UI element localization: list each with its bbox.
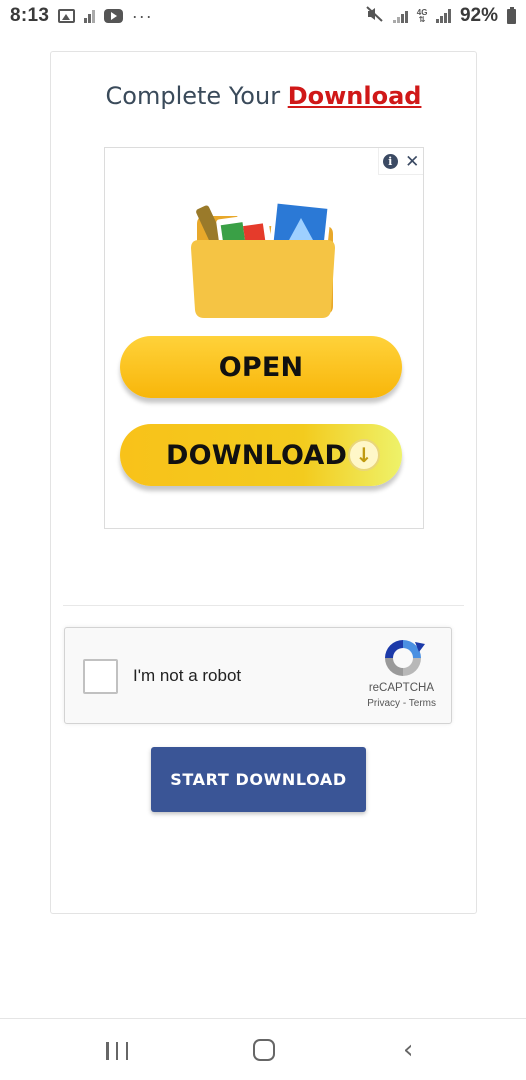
divider xyxy=(63,605,464,606)
recaptcha-brand: reCAPTCHA xyxy=(368,682,434,694)
recaptcha-label: I'm not a robot xyxy=(133,666,242,685)
battery-icon xyxy=(507,6,516,24)
signal-notification-icon xyxy=(84,9,95,23)
download-card: Complete Your Download i ✕ OPEN DOWNLOAD… xyxy=(50,51,477,914)
home-button[interactable] xyxy=(253,1039,275,1061)
recaptcha-links: Privacy - Terms xyxy=(367,698,436,709)
youtube-notification-icon xyxy=(103,9,123,23)
back-icon: ‹ xyxy=(403,1035,414,1065)
cell-signal-icon xyxy=(436,9,451,23)
advertisement[interactable]: i ✕ OPEN DOWNLOAD ↓ xyxy=(104,147,424,529)
info-icon: i xyxy=(382,154,398,169)
recent-apps-icon-bar xyxy=(106,1042,109,1060)
status-bar: 8:13 ··· 4G ⇅ 92% xyxy=(0,0,526,32)
status-bar-right: 4G ⇅ 92% xyxy=(366,5,516,27)
more-notifications-icon: ··· xyxy=(131,5,153,26)
start-download-button[interactable]: START DOWNLOAD xyxy=(151,747,366,812)
ad-open-button[interactable]: OPEN xyxy=(120,336,402,398)
page-title-prefix: Complete Your xyxy=(105,82,288,110)
recaptcha-checkbox[interactable] xyxy=(83,659,118,694)
network-type-label: 4G xyxy=(416,8,428,17)
download-arrow-icon: ↓ xyxy=(348,439,380,471)
network-type-icon: 4G ⇅ xyxy=(416,8,428,24)
ad-close-button[interactable]: ✕ xyxy=(401,148,423,175)
recaptcha-logo-icon xyxy=(385,640,425,676)
ad-download-label: DOWNLOAD xyxy=(166,439,348,471)
back-button[interactable]: ‹ xyxy=(403,1037,413,1063)
recent-apps-icon-bar xyxy=(115,1042,119,1060)
status-bar-left: 8:13 ··· xyxy=(10,5,153,27)
navigation-bar: ‹ xyxy=(0,1018,526,1080)
recaptcha-widget: I'm not a robot reCAPTCHA Privacy - Term… xyxy=(64,627,452,724)
clock: 8:13 xyxy=(10,5,50,26)
wifi-signal-icon xyxy=(393,9,408,23)
recaptcha-privacy-link[interactable]: Privacy xyxy=(367,698,400,709)
recaptcha-link-separator: - xyxy=(400,698,409,709)
ad-download-button[interactable]: DOWNLOAD ↓ xyxy=(120,424,402,486)
page-title-download-link[interactable]: Download xyxy=(288,82,422,110)
recaptcha-terms-link[interactable]: Terms xyxy=(409,698,436,709)
ad-controls: i ✕ xyxy=(378,148,423,175)
mute-icon xyxy=(366,5,384,27)
recent-apps-button[interactable] xyxy=(106,1042,128,1060)
gallery-notification-icon xyxy=(58,9,76,23)
recent-apps-icon-bar xyxy=(125,1042,128,1060)
page-title: Complete Your Download xyxy=(51,82,476,110)
ad-info-button[interactable]: i xyxy=(379,148,401,175)
folder-icon xyxy=(191,199,335,318)
battery-percent: 92% xyxy=(459,5,498,26)
close-icon: ✕ xyxy=(405,151,420,171)
